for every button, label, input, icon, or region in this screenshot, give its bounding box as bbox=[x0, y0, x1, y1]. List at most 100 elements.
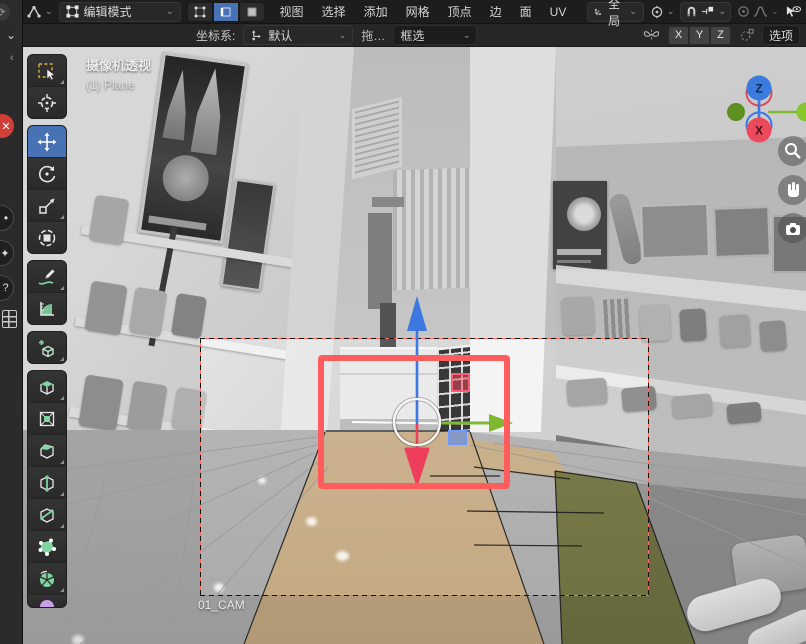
loop-cut-icon bbox=[37, 473, 57, 493]
tool-transform-button[interactable] bbox=[28, 222, 66, 253]
mesh-wireframe-and-gizmo-overlay bbox=[22, 47, 806, 644]
pan-view-button[interactable] bbox=[778, 175, 806, 205]
transform-icon bbox=[37, 228, 57, 248]
nav-ball-y-pos bbox=[797, 103, 806, 122]
coordinate-system-dropdown[interactable]: 默认 ⌄ bbox=[243, 25, 353, 45]
chevron-down-icon: ⌄ bbox=[629, 7, 637, 16]
tool-loop-cut-button[interactable] bbox=[28, 467, 66, 499]
knife-icon bbox=[37, 505, 57, 525]
grid-table-icon[interactable] bbox=[2, 310, 24, 328]
chevron-down-icon[interactable]: ⌄ bbox=[718, 7, 726, 16]
drag-label: 拖… bbox=[361, 27, 385, 44]
mirror-x-button[interactable]: X bbox=[668, 26, 689, 45]
rotate-icon bbox=[37, 164, 57, 184]
tool-scale-button[interactable] bbox=[28, 190, 66, 222]
nav-x-label: X bbox=[755, 124, 763, 138]
camera-name-label: 01_CAM bbox=[198, 598, 245, 612]
extrude-icon bbox=[37, 377, 57, 397]
nav-ball-y-neg bbox=[727, 103, 745, 121]
tool-poly-build-button[interactable] bbox=[28, 531, 66, 563]
tool-measure-button[interactable] bbox=[28, 293, 66, 324]
annotate-pen-icon bbox=[37, 267, 57, 287]
mirror-z-button[interactable]: Z bbox=[710, 26, 731, 45]
live-unwrap-icon[interactable] bbox=[739, 28, 754, 42]
pan-hand-icon[interactable]: ✦ bbox=[0, 240, 14, 266]
tool-rotate-button[interactable] bbox=[28, 158, 66, 190]
cursor-3d-icon bbox=[37, 93, 57, 113]
tool-inset-faces-button[interactable] bbox=[28, 403, 66, 435]
drag-action-value: 框选 bbox=[400, 27, 457, 44]
view-name-label: 摄像机透视 bbox=[86, 55, 151, 74]
mirror-axis-group: X Y Z bbox=[668, 26, 731, 45]
help-icon[interactable]: ? bbox=[0, 275, 14, 301]
collapse-arrow-icon[interactable]: ‹ bbox=[10, 52, 32, 64]
magnifier-icon bbox=[781, 139, 805, 163]
box-select-rectangle bbox=[318, 355, 510, 489]
more-tools-icon[interactable]: • bbox=[0, 205, 14, 231]
mode-select-dropdown[interactable]: 编辑模式 ⌄ bbox=[59, 2, 181, 22]
vertex-select-mode-button[interactable] bbox=[187, 2, 213, 22]
mirror-y-button[interactable]: Y bbox=[689, 26, 710, 45]
snapping-group: ⌄ bbox=[680, 2, 731, 22]
edge-select-mode-button[interactable] bbox=[213, 2, 239, 22]
tool-smooth-button[interactable] bbox=[28, 595, 66, 607]
pivot-point-dropdown[interactable]: ⌄ bbox=[650, 5, 675, 19]
tool-knife-button[interactable] bbox=[28, 499, 66, 531]
smooth-icon bbox=[37, 597, 57, 607]
left-edge-strip: ⟳ ⌄ ‹ ✕ • ✦ ? bbox=[0, 0, 23, 644]
menu-view[interactable]: 视图 bbox=[271, 3, 313, 20]
viewport-toolbar bbox=[27, 54, 67, 614]
spin-icon bbox=[37, 569, 57, 589]
move-icon bbox=[37, 132, 57, 152]
transform-orientation-dropdown[interactable]: 全局 ⌄ bbox=[587, 2, 644, 22]
tool-tweak-select-button[interactable] bbox=[28, 55, 66, 87]
menu-face[interactable]: 面 bbox=[511, 3, 541, 20]
menu-select[interactable]: 选择 bbox=[313, 3, 355, 20]
selectability-filter-dropdown[interactable]: ⌄ bbox=[785, 5, 806, 19]
tool-annotate-button[interactable] bbox=[28, 261, 66, 293]
measure-icon bbox=[37, 299, 57, 319]
menu-vertex[interactable]: 顶点 bbox=[439, 3, 481, 20]
camera-icon bbox=[781, 216, 805, 240]
falloff-curve-icon[interactable] bbox=[753, 5, 768, 18]
proportional-edit-icon[interactable] bbox=[737, 5, 750, 18]
tool-settings-bar: 坐标系: 默认 ⌄ 拖… 框选 ⌄ X Y Z bbox=[22, 24, 806, 47]
face-select-mode-button[interactable] bbox=[239, 2, 265, 22]
options-dropdown[interactable]: 选项 bbox=[762, 25, 800, 45]
add-cube-icon bbox=[37, 338, 57, 358]
snap-target-icon[interactable] bbox=[701, 5, 715, 18]
tool-cursor-button[interactable] bbox=[28, 87, 66, 118]
editor-corner-icon[interactable]: ⟳ bbox=[0, 3, 10, 21]
zoom-view-button[interactable] bbox=[778, 136, 806, 166]
tool-move-button[interactable] bbox=[28, 126, 66, 158]
snap-magnet-icon[interactable] bbox=[685, 5, 698, 18]
tool-extrude-region-button[interactable] bbox=[28, 371, 66, 403]
menu-bar: 视图 选择 添加 网格 顶点 边 面 UV bbox=[271, 3, 576, 20]
mirror-icon[interactable] bbox=[643, 28, 660, 42]
viewport-3d[interactable]: 摄像机透视 (1) Plane 01_CAM Z X bbox=[22, 47, 806, 644]
close-badge-icon[interactable]: ✕ bbox=[0, 114, 14, 138]
menu-add[interactable]: 添加 bbox=[355, 3, 397, 20]
chevron-down-icon: ⌄ bbox=[339, 31, 347, 40]
menu-mesh[interactable]: 网格 bbox=[397, 3, 439, 20]
menu-edge[interactable]: 边 bbox=[481, 3, 511, 20]
chevron-down-icon[interactable]: ⌄ bbox=[6, 28, 28, 42]
camera-view-button[interactable] bbox=[778, 213, 806, 243]
chevron-down-icon[interactable]: ⌄ bbox=[771, 7, 779, 16]
nav-z-label: Z bbox=[755, 82, 762, 96]
tool-spin-button[interactable] bbox=[28, 563, 66, 595]
hand-icon bbox=[781, 178, 805, 202]
editor-type-button[interactable]: ⌄ bbox=[26, 5, 53, 19]
proportional-editing-group: ⌄ bbox=[737, 5, 779, 18]
custom-orientation-icon bbox=[250, 29, 263, 42]
viewport-header: ⌄ 编辑模式 ⌄ 视图 选择 添加 网格 bbox=[22, 0, 806, 24]
menu-uv[interactable]: UV bbox=[541, 5, 576, 19]
mesh-select-mode-group bbox=[187, 2, 265, 22]
gizmo-arrow-z bbox=[407, 296, 427, 331]
tool-bevel-button[interactable] bbox=[28, 435, 66, 467]
orientation-axes-icon bbox=[594, 5, 603, 18]
box-select-icon bbox=[37, 61, 57, 81]
scale-icon bbox=[37, 196, 57, 216]
drag-action-dropdown[interactable]: 框选 ⌄ bbox=[393, 25, 477, 45]
tool-add-cube-button[interactable] bbox=[28, 332, 66, 363]
